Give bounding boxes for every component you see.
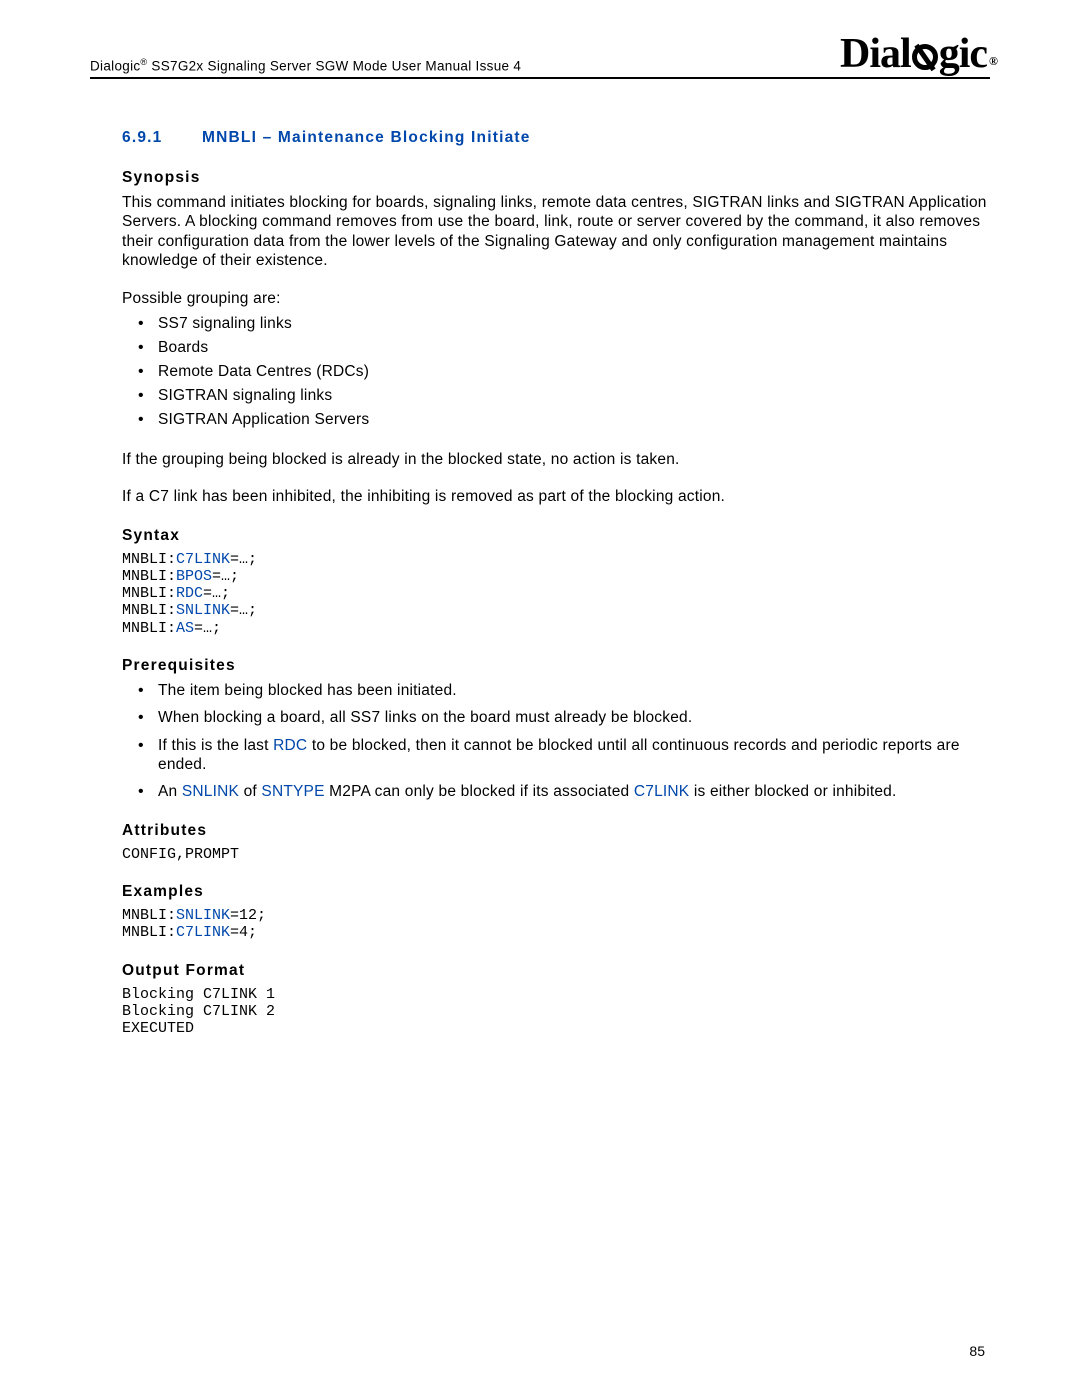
list-item: If this is the last RDC to be blocked, t… <box>158 736 990 775</box>
synopsis-para-3: If the grouping being blocked is already… <box>122 450 990 469</box>
attributes-block: CONFIG,PROMPT <box>122 846 990 863</box>
synopsis-para-4: If a C7 link has been inhibited, the inh… <box>122 487 990 506</box>
list-item: Boards <box>158 336 990 360</box>
list-item: An SNLINK of SNTYPE M2PA can only be blo… <box>158 782 990 801</box>
list-item: SIGTRAN signaling links <box>158 384 990 408</box>
brand-logo: Dialgic® <box>840 30 995 78</box>
section-heading: 6.9.1MNBLI – Maintenance Blocking Initia… <box>122 129 990 147</box>
grouping-list: SS7 signaling links Boards Remote Data C… <box>122 312 990 432</box>
output-format-heading: Output Format <box>122 962 990 980</box>
list-item: SIGTRAN Application Servers <box>158 408 990 432</box>
synopsis-para-1: This command initiates blocking for boar… <box>122 193 990 271</box>
header-text: Dialogic® SS7G2x Signaling Server SGW Mo… <box>90 57 521 74</box>
syntax-block: MNBLI:C7LINK=…; MNBLI:BPOS=…; MNBLI:RDC=… <box>122 551 990 637</box>
list-item: SS7 signaling links <box>158 312 990 336</box>
synopsis-heading: Synopsis <box>122 169 990 187</box>
examples-block: MNBLI:SNLINK=12; MNBLI:C7LINK=4; <box>122 907 990 942</box>
prerequisites-list: The item being blocked has been initiate… <box>122 681 990 802</box>
list-item: The item being blocked has been initiate… <box>158 681 990 700</box>
synopsis-para-2: Possible grouping are: <box>122 289 990 308</box>
output-format-block: Blocking C7LINK 1 Blocking C7LINK 2 EXEC… <box>122 986 990 1038</box>
prerequisites-heading: Prerequisites <box>122 657 990 675</box>
list-item: When blocking a board, all SS7 links on … <box>158 708 990 727</box>
page-number: 85 <box>969 1343 985 1359</box>
examples-heading: Examples <box>122 883 990 901</box>
attributes-heading: Attributes <box>122 822 990 840</box>
syntax-heading: Syntax <box>122 527 990 545</box>
list-item: Remote Data Centres (RDCs) <box>158 360 990 384</box>
